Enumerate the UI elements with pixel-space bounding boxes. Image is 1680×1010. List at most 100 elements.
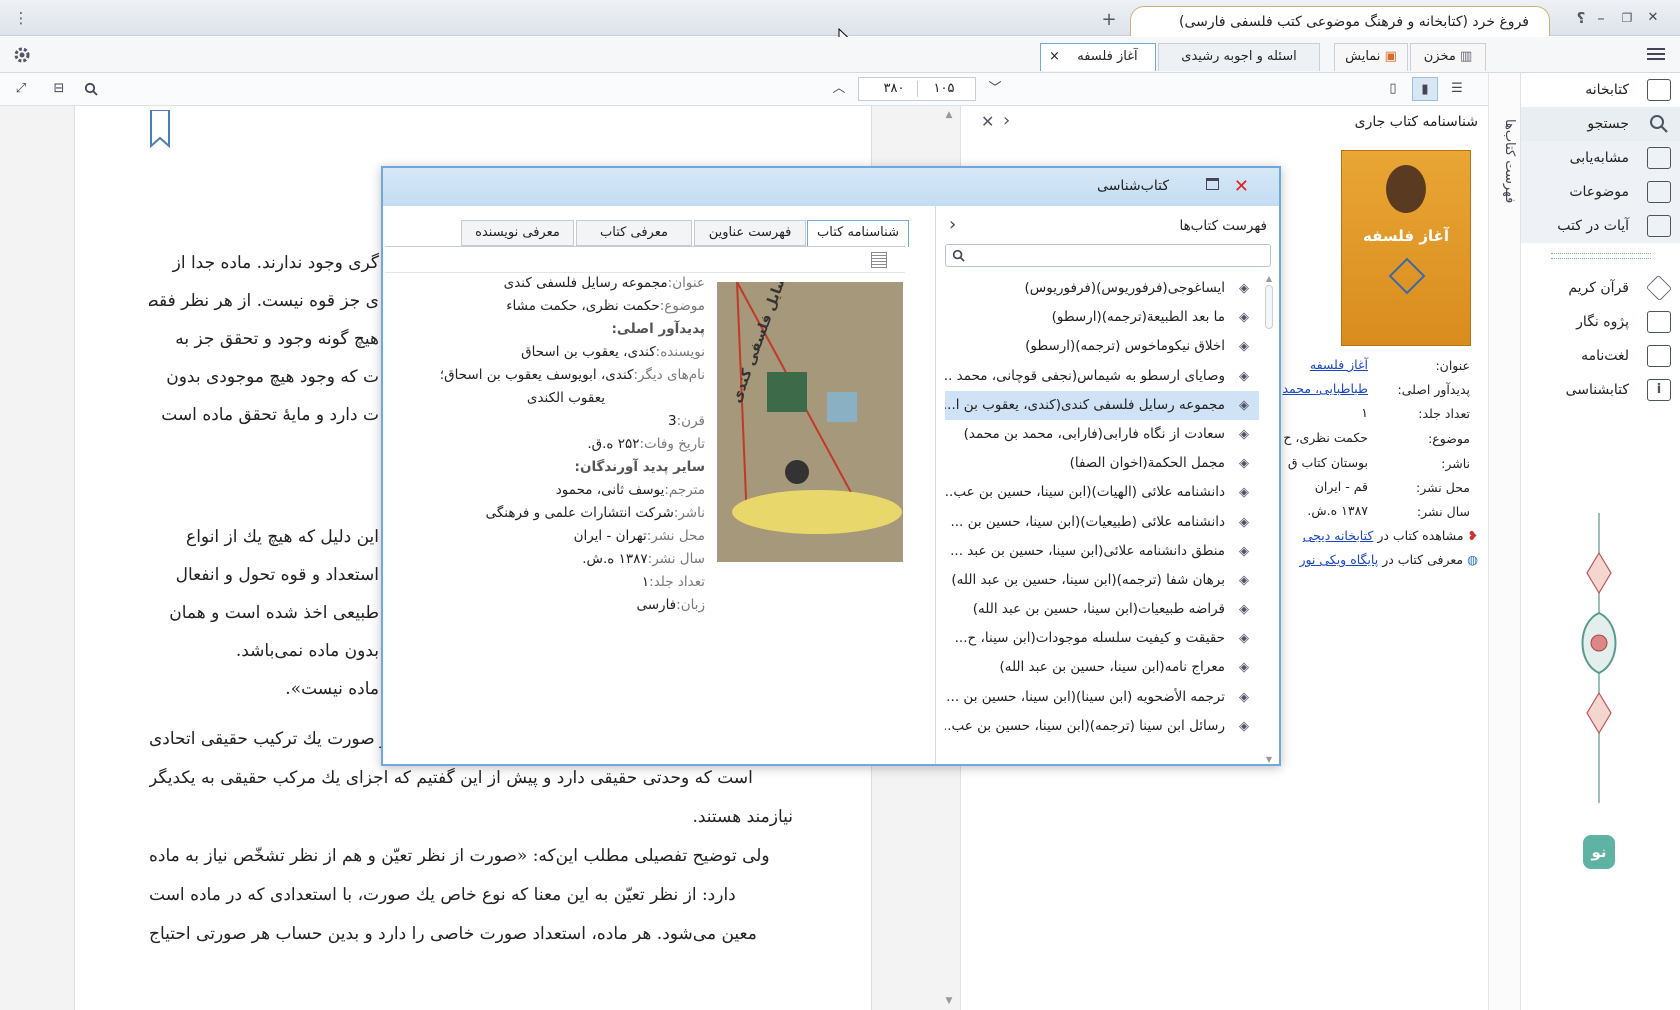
nav-verses[interactable]: آیات در کتب bbox=[1521, 209, 1680, 243]
book-cover[interactable]: آغاز فلسفه bbox=[1341, 150, 1471, 346]
book-list-item[interactable]: ◈ مجمل الحکمة(اخوان الصفا) bbox=[945, 449, 1259, 478]
quran-icon bbox=[1645, 274, 1673, 302]
info-author-link[interactable]: طباطبایی، محمد bbox=[1282, 381, 1368, 396]
page-navigator[interactable]: ۳۸۰ ۱۰۵ bbox=[858, 77, 976, 101]
bookmark-view-icon[interactable]: ▯ bbox=[1380, 77, 1406, 101]
chevron-right-icon[interactable]: › bbox=[1003, 110, 1010, 131]
nav-pajoohnegar[interactable]: پژوه نگار bbox=[1521, 305, 1680, 339]
chevron-right-icon[interactable]: › bbox=[949, 214, 956, 235]
menu-dots-icon[interactable]: ⋮ bbox=[10, 0, 32, 36]
text-line: گری وجود ندارند. ماده جدا از bbox=[172, 253, 379, 273]
book-title: معراج نامه(ابن سینا، حسین بن عبد الله) bbox=[999, 659, 1225, 676]
nav-label: پژوه نگار bbox=[1576, 314, 1629, 330]
text-line: معین می‌شود. هر ماده، استعداد صورت خاصی … bbox=[149, 924, 757, 944]
details-list-icon[interactable] bbox=[871, 252, 887, 268]
book-view-icon[interactable]: ▮ bbox=[1412, 77, 1438, 101]
compare-icon[interactable]: ⊟ bbox=[46, 77, 72, 101]
book-title: رسائل ابن سینا (ترجمه)(ابن سینا، حسین بن… bbox=[945, 717, 1225, 734]
tab-aghaz-falsafe[interactable]: × آغاز فلسفه bbox=[1040, 43, 1156, 71]
vertical-label[interactable]: فهرست کتاب‌ها bbox=[1493, 103, 1517, 203]
meta-lang-row: زبان:فارسی bbox=[440, 594, 705, 617]
tab-close-icon[interactable]: × bbox=[1049, 44, 1060, 70]
book-title: منطق دانشنامه علائی(ابن سینا، حسین بن عب… bbox=[950, 542, 1225, 559]
page-current[interactable]: ۱۰۵ bbox=[923, 78, 965, 100]
tab-book-intro[interactable]: معرفی کتاب bbox=[576, 220, 692, 246]
hamburger-icon[interactable] bbox=[1646, 45, 1666, 63]
nav-quran[interactable]: قرآن کریم bbox=[1521, 271, 1680, 305]
text-line: طبیعی اخذ شده است و همان bbox=[169, 603, 379, 623]
book-list-item[interactable]: ◈ منطق دانشنامه علائی(ابن سینا، حسین بن ع… bbox=[945, 537, 1259, 566]
meta-label: تاریخ وفات: bbox=[639, 436, 706, 452]
book-search-input[interactable] bbox=[945, 244, 1271, 267]
nav-topics[interactable]: موضوعات bbox=[1521, 175, 1680, 209]
book-list-item[interactable]: ◈ سعادت از نگاه فارابی(فارابی، محمد بن مح… bbox=[945, 420, 1259, 449]
tab-asele-ajvebe[interactable]: اسئله و اجوبه رشیدی bbox=[1158, 43, 1320, 71]
tab-bar: × آغاز فلسفه اسئله و اجوبه رشیدی ▣ نمایش… bbox=[0, 37, 1680, 73]
info-label: تعداد جلد: bbox=[1418, 406, 1470, 421]
book-list-item[interactable]: ◈ مجموعه رسایل فلسفی کندی(کندی، یعقوب بن … bbox=[945, 390, 1259, 420]
book-list-item[interactable]: ◈ دانشنامه علائی (الهیات)(ابن سینا، حسین … bbox=[945, 478, 1259, 507]
text-line: ی جز قوه نیست. از هر نظر فقط bbox=[149, 291, 379, 311]
text-line: ماده نیست». bbox=[285, 679, 379, 699]
close-pane-icon[interactable]: ✕ bbox=[981, 112, 994, 131]
page-down-icon[interactable]: ﹀ bbox=[982, 77, 1008, 101]
nav-similarity[interactable]: مشابه‌یابی bbox=[1521, 141, 1680, 175]
text-line: هیچ گونه وجود و تحقق جز به bbox=[175, 329, 379, 349]
book-list-item[interactable]: ◈ ایساغوجی(فرفوریوس)(فرفوریوس) bbox=[945, 274, 1259, 303]
book-list-item[interactable]: ◈ اخلاق نیکوماخوس (ترجمه)(ارسطو) bbox=[945, 332, 1259, 361]
help-button[interactable]: ؟ bbox=[1570, 0, 1592, 36]
meta-value: یوسف ثانی، محمود bbox=[555, 482, 665, 498]
add-tab-button[interactable]: + bbox=[1098, 2, 1120, 38]
book-icon: ◈ bbox=[1239, 660, 1249, 676]
search-icon[interactable] bbox=[78, 77, 104, 101]
dialog-close-icon[interactable]: ✕ bbox=[1234, 176, 1249, 197]
dialog-maximize-icon[interactable] bbox=[1206, 178, 1219, 190]
meta-value: کندی، یعقوب بن اسحاق bbox=[521, 344, 656, 360]
meta-label: سال نشر: bbox=[647, 551, 705, 567]
tab-book-id[interactable]: شناسنامه کتاب bbox=[807, 220, 909, 247]
storage-icon: ▥ bbox=[1459, 49, 1473, 64]
tab-display[interactable]: ▣ نمایش bbox=[1334, 43, 1408, 71]
pane-divider bbox=[935, 206, 936, 764]
nav-dictionary[interactable]: لغت‌نامه bbox=[1521, 339, 1680, 373]
gear-icon[interactable] bbox=[12, 45, 32, 65]
book-icon: ◈ bbox=[1239, 543, 1249, 559]
book-list-item[interactable]: ◈ قراضه طبیعیات(ابن سینا، حسین بن عبد الل… bbox=[945, 595, 1259, 624]
page-up-icon[interactable]: ︿ bbox=[826, 77, 852, 101]
book-list-item[interactable]: ◈ ما بعد الطبیعة(ترجمه)(ارسطو) bbox=[945, 303, 1259, 332]
tab-author-intro[interactable]: معرفی نویسنده bbox=[461, 220, 574, 246]
book-list-item[interactable]: ◈ برهان شفا (ترجمه)(ابن سینا، حسین بن عبد… bbox=[945, 566, 1259, 595]
book-list-item[interactable]: ◈ دانشنامه علائی (طبیعیات)(ابن سینا، حسین… bbox=[945, 508, 1259, 537]
dialog-titlebar[interactable]: ✕ کتاب‌شناسی bbox=[383, 168, 1279, 206]
minimize-button[interactable]: – bbox=[1590, 0, 1612, 36]
maximize-button[interactable]: ❐ bbox=[1616, 0, 1638, 36]
close-window-button[interactable]: ✕ bbox=[1642, 0, 1664, 36]
book-list-strip[interactable]: فهرست کتاب‌ها bbox=[1488, 73, 1520, 1010]
tab-storage[interactable]: ▥ مخزن bbox=[1410, 43, 1486, 71]
digital-library-link[interactable]: کتابخانه دیجی bbox=[1303, 528, 1374, 543]
text-line: ت دارد و مایهٔ تحقق ماده است bbox=[161, 405, 379, 425]
nav-search[interactable]: جستجو bbox=[1521, 107, 1680, 141]
book-list-item[interactable]: ◈ رسائل ابن سینا (ترجمه)(ابن سینا، حسین ب… bbox=[945, 712, 1259, 741]
meta-subject-row: موضوع:حکمت نظری، حکمت مشاء bbox=[440, 295, 705, 318]
nav-bibliography[interactable]: کتابشناسی i bbox=[1521, 373, 1680, 407]
book-list-item[interactable]: ◈ معراج نامه(ابن سینا، حسین بن عبد الله) bbox=[945, 653, 1259, 682]
bookmark-icon[interactable] bbox=[149, 110, 171, 148]
pane-header: شناسنامه کتاب جاری bbox=[1354, 114, 1478, 130]
list-view-icon[interactable]: ☰ bbox=[1444, 77, 1470, 101]
tab-titles[interactable]: فهرست عناوین bbox=[694, 220, 806, 246]
nav-library[interactable]: کتابخانه bbox=[1521, 73, 1680, 107]
meta-century-row: قرن:3 bbox=[440, 410, 705, 433]
book-list-item[interactable]: ◈ ترجمه الأضحویه (ابن سینا)(ابن سینا، حسی… bbox=[945, 683, 1259, 712]
wikinoor-link[interactable]: پایگاه ویکی نور bbox=[1299, 552, 1378, 567]
expand-icon[interactable]: ⤢ bbox=[8, 77, 34, 101]
book-list-item[interactable]: ◈ حقیقت و کیفیت سلسله موجودات(ابن سینا، ح… bbox=[945, 624, 1259, 653]
meta-place-row: محل نشر:تهران - ایران bbox=[440, 525, 705, 548]
right-nav: کتابخانه جستجو مشابه‌یابی موضوعات آیات د… bbox=[1520, 73, 1680, 1010]
book-icon: ◈ bbox=[1239, 339, 1249, 355]
book-list-item[interactable]: ◈ وصایای ارسطو به شیماس(نجفی قوچانی، محمد… bbox=[945, 362, 1259, 391]
globe-icon: ◍ bbox=[1467, 552, 1478, 567]
book-list-scrollbar[interactable]: ▲ ▼ bbox=[1263, 274, 1275, 764]
info-title-link[interactable]: آغاز فلسفه bbox=[1310, 357, 1368, 372]
scroll-thumb[interactable] bbox=[1265, 285, 1273, 329]
